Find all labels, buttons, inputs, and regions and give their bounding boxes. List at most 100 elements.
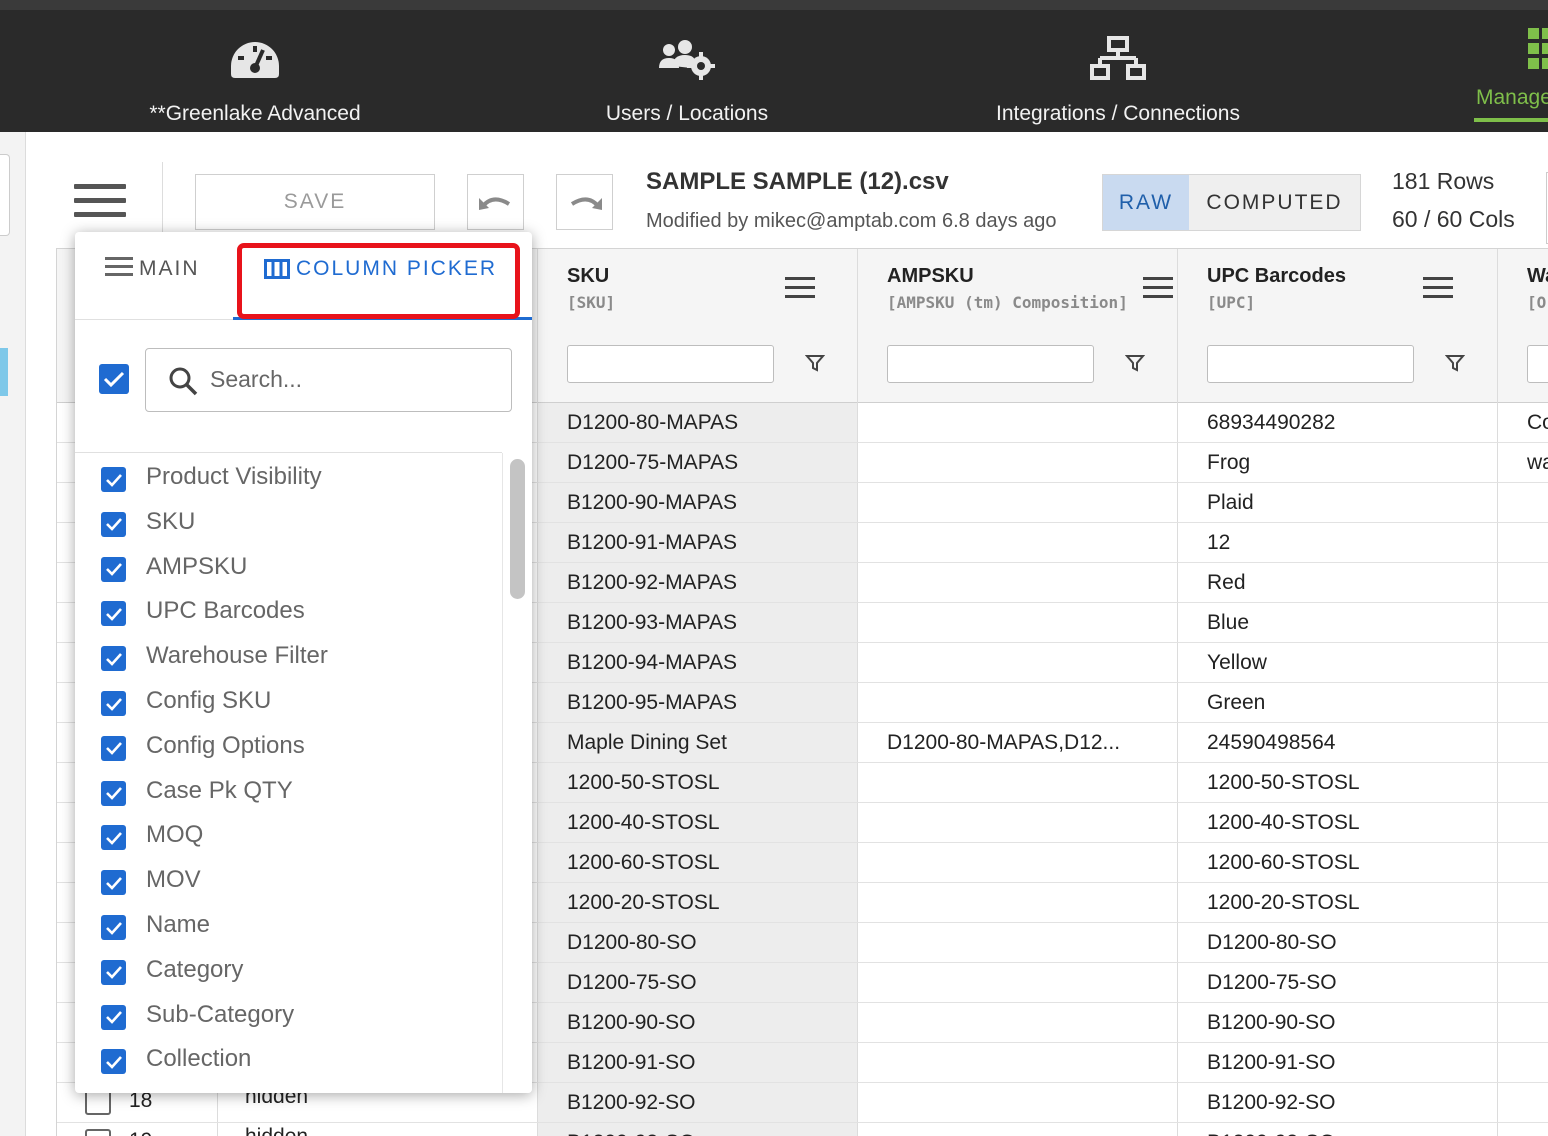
tab-main[interactable]: MAIN: [105, 254, 200, 284]
column-checkbox[interactable]: [101, 959, 126, 985]
cell-ampsku[interactable]: [887, 683, 1167, 723]
cell-sku[interactable]: Maple Dining Set: [567, 723, 847, 763]
column-menu-icon[interactable]: [785, 277, 815, 298]
column-option-item[interactable]: UPC Barcodes: [75, 589, 502, 633]
cell-warehouse[interactable]: [1527, 1043, 1548, 1083]
column-checkbox[interactable]: [101, 780, 126, 806]
cell-sku[interactable]: 1200-50-STOSL: [567, 763, 847, 803]
column-checkbox[interactable]: [101, 646, 126, 672]
cell-warehouse[interactable]: [1527, 883, 1548, 923]
column-menu-icon[interactable]: [1423, 277, 1453, 298]
select-all-checkbox[interactable]: [99, 364, 129, 394]
column-header-warehouse[interactable]: Wa [O: [1517, 249, 1548, 325]
cell-ampsku[interactable]: [887, 843, 1167, 883]
cell-upc[interactable]: D1200-80-SO: [1207, 923, 1487, 963]
row-select-checkbox[interactable]: [85, 1129, 111, 1136]
column-option-item[interactable]: Config SKU: [75, 679, 502, 723]
cell-warehouse[interactable]: [1527, 723, 1548, 763]
cell-ampsku[interactable]: [887, 1043, 1167, 1083]
cell-warehouse[interactable]: [1527, 1083, 1548, 1123]
column-menu-icon[interactable]: [1143, 277, 1173, 298]
cell-ampsku[interactable]: [887, 603, 1167, 643]
cell-upc[interactable]: 1200-60-STOSL: [1207, 843, 1487, 883]
cell-warehouse[interactable]: [1527, 763, 1548, 803]
column-checkbox[interactable]: [101, 870, 126, 896]
main-menu-button[interactable]: [74, 184, 126, 220]
cell-ampsku[interactable]: [887, 523, 1167, 563]
filter-icon[interactable]: [804, 353, 826, 373]
column-checkbox[interactable]: [101, 691, 126, 716]
cell-sku[interactable]: B1200-92-MAPAS: [567, 563, 847, 603]
cell-upc[interactable]: 1200-40-STOSL: [1207, 803, 1487, 843]
nav-item-users-locations[interactable]: Users / Locations: [596, 10, 778, 132]
cell-ampsku[interactable]: [887, 763, 1167, 803]
cell-sku[interactable]: B1200-94-MAPAS: [567, 643, 847, 683]
cell-warehouse[interactable]: [1527, 923, 1548, 963]
cell-upc[interactable]: D1200-75-SO: [1207, 963, 1487, 1003]
column-checkbox[interactable]: [101, 1004, 126, 1030]
column-option-item[interactable]: Case Pk QTY: [75, 769, 502, 813]
cell-upc[interactable]: Plaid: [1207, 483, 1487, 523]
side-panel-tab[interactable]: [0, 154, 10, 236]
scrollbar-thumb[interactable]: [510, 459, 525, 599]
cell-upc[interactable]: 12: [1207, 523, 1487, 563]
column-option-item[interactable]: Name: [75, 903, 502, 947]
cell-ampsku[interactable]: [887, 883, 1167, 923]
filter-icon[interactable]: [1124, 353, 1146, 373]
cell-sku[interactable]: D1200-75-SO: [567, 963, 847, 1003]
cell-sku[interactable]: D1200-80-MAPAS: [567, 403, 847, 443]
cell-upc[interactable]: Green: [1207, 683, 1487, 723]
cell-upc[interactable]: Yellow: [1207, 643, 1487, 683]
upc-filter-input[interactable]: [1207, 345, 1414, 383]
nav-item-greenlake-advanced[interactable]: **Greenlake Advanced: [149, 10, 361, 132]
cell-upc[interactable]: B1200-92-SO: [1207, 1083, 1487, 1123]
sku-filter-input[interactable]: [567, 345, 774, 383]
cell-sku[interactable]: 1200-20-STOSL: [567, 883, 847, 923]
cell-ampsku[interactable]: [887, 1123, 1167, 1136]
cell-warehouse[interactable]: [1527, 523, 1548, 563]
column-option-item[interactable]: Config Options: [75, 724, 502, 768]
cell-upc[interactable]: 1200-20-STOSL: [1207, 883, 1487, 923]
cell-ampsku[interactable]: [887, 1083, 1167, 1123]
cell-ampsku[interactable]: [887, 563, 1167, 603]
column-option-item[interactable]: Category: [75, 948, 502, 992]
cell-warehouse[interactable]: [1527, 963, 1548, 1003]
cell-sku[interactable]: B1200-93-SO: [567, 1123, 847, 1136]
column-option-item[interactable]: Collection: [75, 1037, 502, 1081]
cell-upc[interactable]: B1200-93-SO: [1207, 1123, 1487, 1136]
cell-ampsku[interactable]: [887, 483, 1167, 523]
column-search-input[interactable]: Search...: [145, 348, 512, 412]
cell-sku[interactable]: B1200-91-MAPAS: [567, 523, 847, 563]
cell-upc[interactable]: Blue: [1207, 603, 1487, 643]
ampsku-filter-input[interactable]: [887, 345, 1094, 383]
cell-ampsku[interactable]: [887, 1003, 1167, 1043]
column-option-item[interactable]: MOQ: [75, 813, 502, 857]
cell-sku[interactable]: B1200-90-SO: [567, 1003, 847, 1043]
cell-sku[interactable]: B1200-90-MAPAS: [567, 483, 847, 523]
cell-upc[interactable]: B1200-90-SO: [1207, 1003, 1487, 1043]
cell-sku[interactable]: 1200-60-STOSL: [567, 843, 847, 883]
column-option-item[interactable]: AMPSKU: [75, 545, 502, 589]
computed-view-button[interactable]: COMPUTED: [1189, 175, 1360, 230]
cell-upc[interactable]: B1200-91-SO: [1207, 1043, 1487, 1083]
cell-sku[interactable]: D1200-80-SO: [567, 923, 847, 963]
column-option-item[interactable]: Warehouse Filter: [75, 634, 502, 678]
cell-upc[interactable]: Red: [1207, 563, 1487, 603]
cell-ampsku[interactable]: [887, 923, 1167, 963]
column-option-item[interactable]: MOV: [75, 858, 502, 902]
cell-warehouse[interactable]: [1527, 843, 1548, 883]
cell-warehouse[interactable]: [1527, 603, 1548, 643]
cell-ampsku[interactable]: [887, 803, 1167, 843]
cell-upc[interactable]: 1200-50-STOSL: [1207, 763, 1487, 803]
cell-warehouse[interactable]: [1527, 563, 1548, 603]
cell-sku[interactable]: B1200-95-MAPAS: [567, 683, 847, 723]
column-checkbox[interactable]: [101, 467, 126, 492]
redo-button[interactable]: [556, 174, 613, 230]
column-header-ampsku[interactable]: AMPSKU [AMPSKU (tm) Composition]: [877, 249, 1177, 325]
cell-ampsku[interactable]: [887, 403, 1167, 443]
cell-upc[interactable]: 24590498564: [1207, 723, 1487, 763]
column-checkbox[interactable]: [101, 915, 126, 940]
cell-sku[interactable]: B1200-93-MAPAS: [567, 603, 847, 643]
column-checkbox[interactable]: [101, 825, 126, 851]
column-checkbox[interactable]: [101, 511, 126, 537]
